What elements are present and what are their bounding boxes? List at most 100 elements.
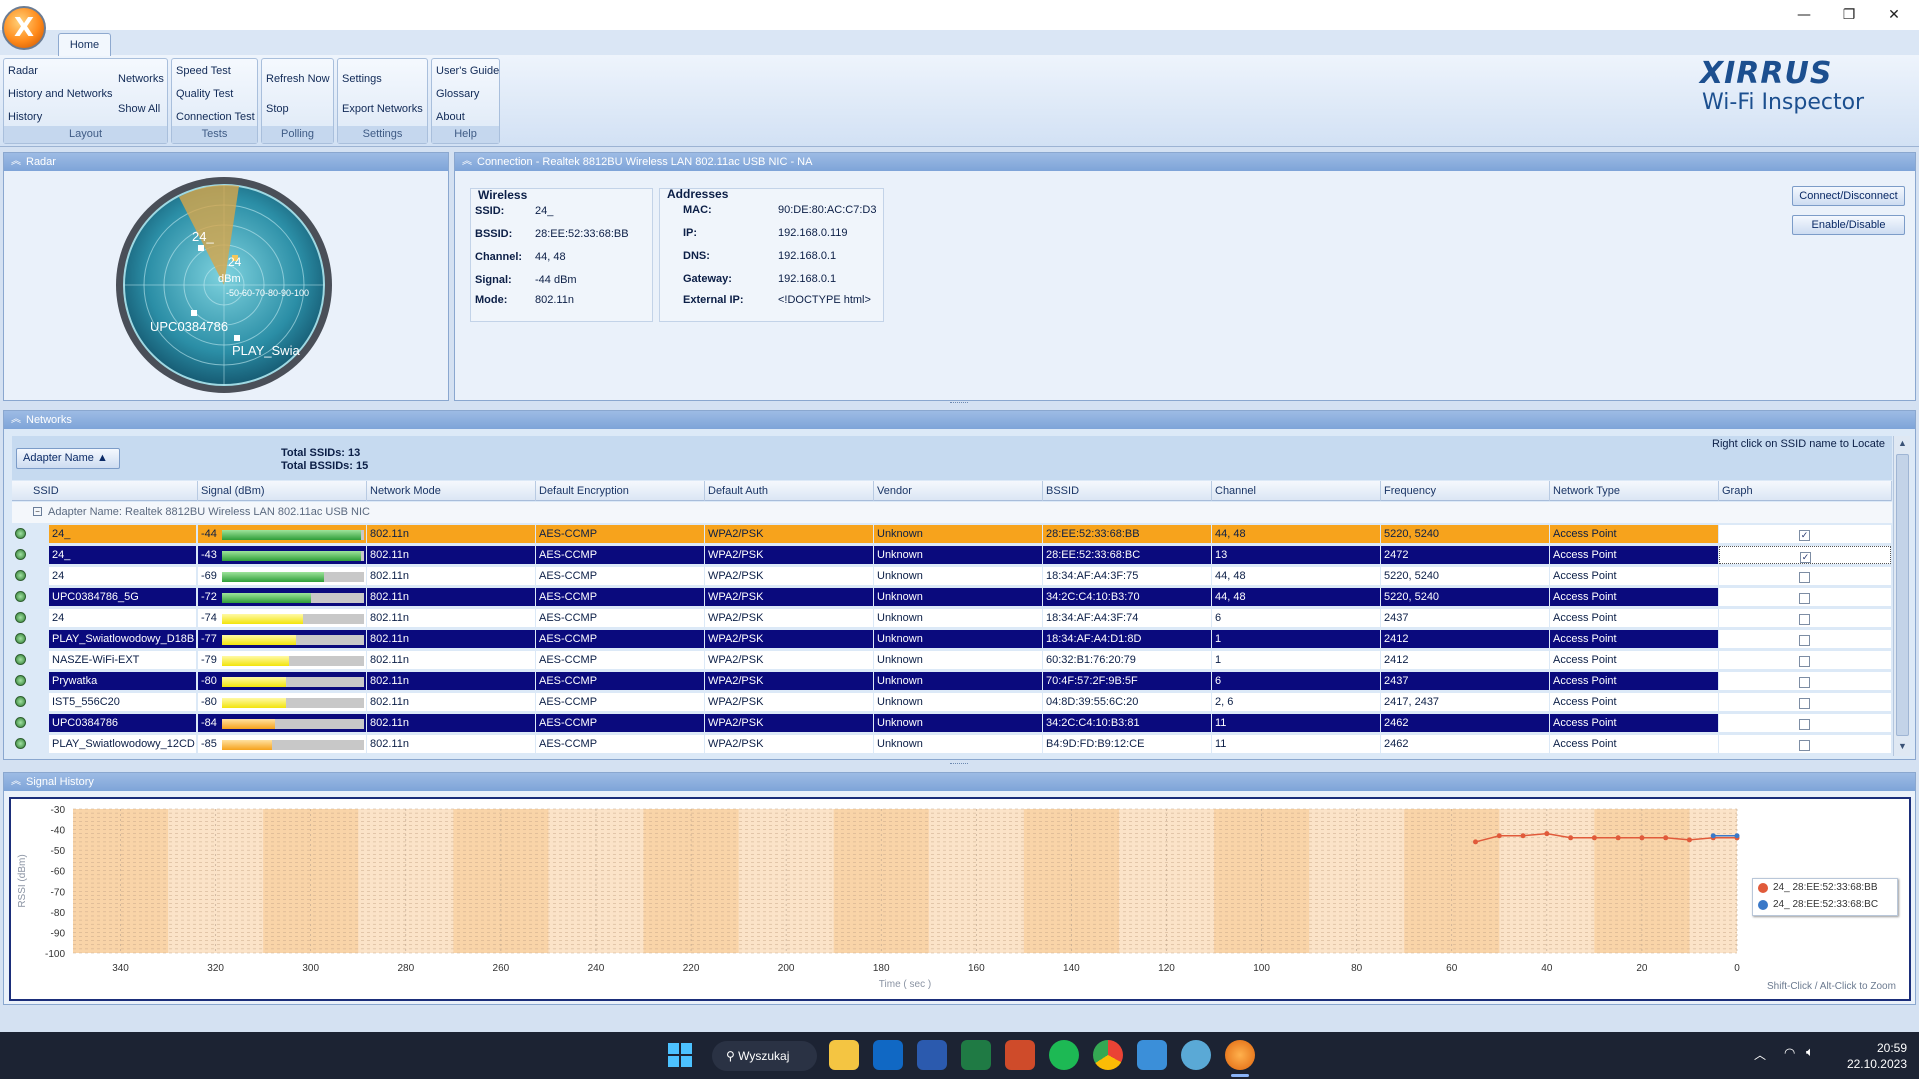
clock-date[interactable]: 22.10.2023 [1832,1057,1907,1071]
file-explorer-icon[interactable] [829,1040,859,1070]
network-row[interactable]: IST5_556C20 -80 802.11n AES-CCMP WPA2/PSK Unk… [12,692,1892,713]
powerpoint-icon[interactable] [1005,1040,1035,1070]
graph-checkbox[interactable] [1799,740,1810,751]
users-guide-button[interactable]: User's Guide [436,65,499,77]
cell-ssid[interactable]: UPC0384786_5G [49,588,196,606]
network-row[interactable]: PLAY_Swiatlowodowy_D18B -77 802.11n AES-CCM… [12,629,1892,650]
app-logo-icon[interactable]: X [2,6,46,50]
network-row[interactable]: 24 -74 802.11n AES-CCMP WPA2/PSK Unknown 18:34… [12,608,1892,629]
layout-radar-button[interactable]: Radar [8,65,38,77]
col-default-auth[interactable]: Default Auth [705,481,874,501]
scroll-down-icon[interactable]: ▼ [1895,739,1910,754]
splitter-handle[interactable] [950,402,968,406]
cell-ssid[interactable]: 24 [49,567,196,585]
network-app-icon[interactable] [1181,1040,1211,1070]
grid-scrollbar[interactable]: ▲ ▼ [1893,436,1910,756]
network-row[interactable]: Prywatka -80 802.11n AES-CCMP WPA2/PSK Unknow… [12,671,1892,692]
x-tick-label: 0 [1734,963,1740,974]
close-button[interactable]: ✕ [1871,0,1917,30]
graph-checkbox[interactable] [1799,698,1810,709]
cell-ssid[interactable]: IST5_556C20 [49,693,196,711]
adapter-group-row[interactable]: − Adapter Name: Realtek 8812BU Wireless … [12,502,1892,523]
network-row[interactable]: 24 -69 802.11n AES-CCMP WPA2/PSK Unknown 18:34… [12,566,1892,587]
signal-history-chart[interactable]: 340 320 300 280 260 240 220 200 180 160 140 120 100 8… [11,799,1909,999]
taskbar-search[interactable]: ⚲ Wyszukaj [712,1041,817,1071]
cell-ssid[interactable]: 24_ [49,546,196,564]
glossary-button[interactable]: Glossary [436,88,479,100]
quality-test-button[interactable]: Quality Test [176,88,233,100]
network-row[interactable]: UPC0384786 -84 802.11n AES-CCMP WPA2/PSK Unkn… [12,713,1892,734]
cell-channel: 44, 48 [1212,588,1380,606]
wifi-icon[interactable]: ◠ [1784,1046,1795,1061]
signal-history-header[interactable]: ︽ Signal History [4,773,1915,791]
tray-chevron-icon[interactable]: ︿ [1754,1046,1766,1063]
group-by-adapter-button[interactable]: Adapter Name ▲ [16,448,120,469]
refresh-now-button[interactable]: Refresh Now [266,73,330,85]
network-row[interactable]: 24_ -43 802.11n AES-CCMP WPA2/PSK Unknown 28:E… [12,545,1892,566]
volume-icon[interactable]: 🔈︎ [1806,1045,1814,1060]
graph-checkbox[interactable]: ✓ [1800,552,1811,563]
minimize-button[interactable]: — [1781,0,1827,30]
stop-button[interactable]: Stop [266,103,289,115]
radar-display[interactable]: 24_ 24 dBm -50-60-70-80-90-100 UPC038478… [114,175,334,395]
col-network-mode[interactable]: Network Mode [367,481,536,501]
col-channel[interactable]: Channel [1212,481,1381,501]
cell-ssid[interactable]: 24 [49,609,196,627]
col-bssid[interactable]: BSSID [1043,481,1212,501]
restore-button[interactable]: ❐ [1826,0,1872,30]
cell-ssid[interactable]: UPC0384786 [49,714,196,732]
photos-icon[interactable] [1137,1040,1167,1070]
layout-networks-button[interactable]: Networks [118,73,164,85]
word-icon[interactable] [917,1040,947,1070]
enable-disable-button[interactable]: Enable/Disable [1792,215,1905,235]
col-signal[interactable]: Signal (dBm) [198,481,367,501]
graph-checkbox[interactable] [1799,593,1810,604]
graph-checkbox[interactable] [1799,677,1810,688]
graph-checkbox[interactable] [1799,719,1810,730]
about-button[interactable]: About [436,111,465,123]
col-frequency[interactable]: Frequency [1381,481,1550,501]
excel-icon[interactable] [961,1040,991,1070]
layout-show-all-button[interactable]: Show All [118,103,160,115]
network-row[interactable]: 24_ -44 802.11n AES-CCMP WPA2/PSK Unknown 28:E… [12,524,1892,545]
col-graph[interactable]: Graph [1719,481,1892,501]
collapse-group-icon[interactable]: − [33,507,42,516]
clock-time[interactable]: 20:59 [1852,1041,1907,1055]
cell-ssid[interactable]: PLAY_Swiatlowodowy_D18B [49,630,196,648]
connection-panel-header[interactable]: ︽ Connection - Realtek 8812BU Wireless LA… [455,153,1915,171]
scroll-up-icon[interactable]: ▲ [1895,436,1910,451]
col-ssid[interactable]: SSID [30,481,198,501]
outlook-icon[interactable] [873,1040,903,1070]
cell-ssid[interactable]: 24_ [49,525,196,543]
spotify-icon[interactable] [1049,1040,1079,1070]
wifi-inspector-taskbar-icon[interactable] [1225,1040,1255,1070]
networks-panel-header[interactable]: ︽ Networks [4,411,1915,429]
chrome-icon[interactable] [1093,1040,1123,1070]
scroll-thumb[interactable] [1896,454,1909,736]
col-vendor[interactable]: Vendor [874,481,1043,501]
cell-ssid[interactable]: PLAY_Swiatlowodowy_12CD [49,735,196,753]
speed-test-button[interactable]: Speed Test [176,65,231,77]
graph-checkbox[interactable] [1799,614,1810,625]
col-default-encryption[interactable]: Default Encryption [536,481,705,501]
tab-home[interactable]: Home [58,33,111,56]
radar-panel-header[interactable]: ︽ Radar [4,153,448,171]
cell-ssid[interactable]: Prywatka [49,672,196,690]
network-row[interactable]: PLAY_Swiatlowodowy_12CD -85 802.11n AES-CCM… [12,734,1892,755]
graph-checkbox[interactable] [1799,572,1810,583]
graph-checkbox[interactable] [1799,635,1810,646]
graph-checkbox[interactable] [1799,656,1810,667]
settings-button[interactable]: Settings [342,73,382,85]
cell-ssid[interactable]: NASZE-WiFi-EXT [49,651,196,669]
layout-history-button[interactable]: History [8,111,42,123]
export-networks-button[interactable]: Export Networks [342,103,423,115]
col-network-type[interactable]: Network Type [1550,481,1719,501]
network-row[interactable]: UPC0384786_5G -72 802.11n AES-CCMP WPA2/PSK U… [12,587,1892,608]
connection-test-button[interactable]: Connection Test [176,111,255,123]
graph-checkbox[interactable]: ✓ [1799,530,1810,541]
splitter-handle[interactable] [950,763,968,767]
layout-history-networks-button[interactable]: History and Networks [8,88,113,100]
start-icon[interactable] [668,1043,692,1067]
connect-disconnect-button[interactable]: Connect/Disconnect [1792,186,1905,206]
network-row[interactable]: NASZE-WiFi-EXT -79 802.11n AES-CCMP WPA2/PSK… [12,650,1892,671]
